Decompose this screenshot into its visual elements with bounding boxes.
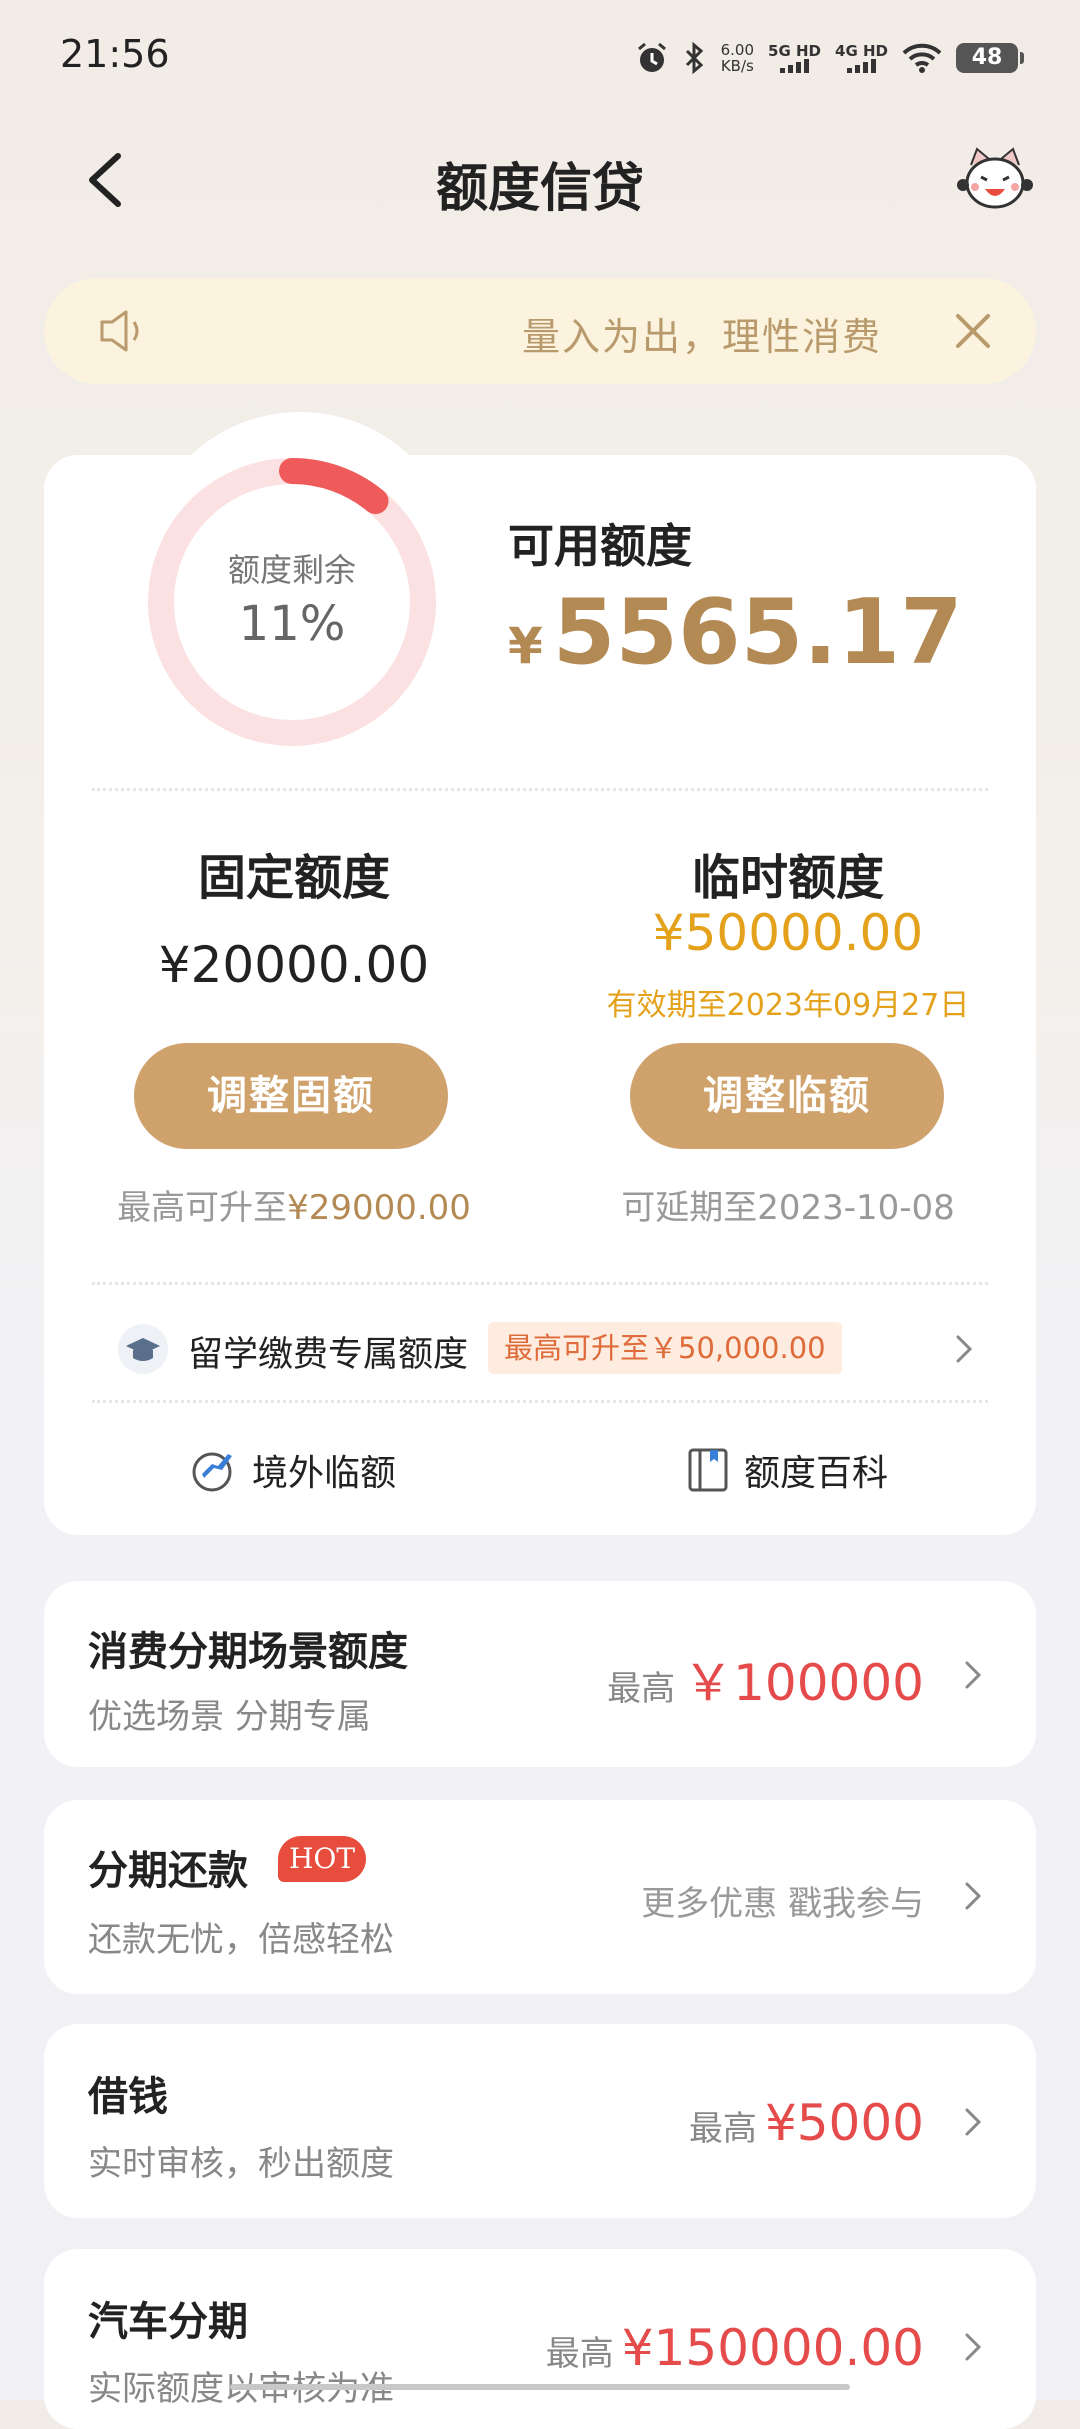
available-credit-label: 可用额度: [508, 519, 692, 573]
mascot-assistant-icon[interactable]: [955, 145, 1035, 215]
max-value: ￥100000: [683, 1654, 924, 1712]
card-cta: 更多优惠 戳我参与: [641, 1876, 924, 1925]
notice-bar: 量入为出，理性消费: [44, 278, 1036, 384]
divider: [92, 788, 988, 791]
ring-label: 额度剩余: [227, 551, 356, 589]
fixed-hint-value: ¥29000.00: [287, 1188, 471, 1228]
card-subtitle: 实时审核，秒出额度: [88, 2144, 394, 2184]
temp-credit-amount: ¥50000.00: [652, 904, 924, 962]
card-subtitle: 还款无忧，倍感轻松: [88, 1920, 394, 1960]
card-max-amount: 最高 ￥100000: [607, 1643, 924, 1715]
signal-bars-icon: [780, 58, 810, 73]
signal-bars-icon: [847, 58, 876, 73]
credit-encyclopedia-link[interactable]: 额度百科: [686, 1440, 888, 1500]
car-installment-card[interactable]: 汽车分期 实际额度以审核为准 最高 ¥150000.00: [44, 2249, 1036, 2429]
temp-credit-title: 临时额度: [691, 850, 884, 906]
adjust-fixed-button[interactable]: 调整固额: [134, 1043, 448, 1149]
card-max-amount: 最高 ¥5000: [689, 2094, 924, 2152]
study-abroad-label: 留学缴费专属额度: [188, 1335, 469, 1375]
overseas-temp-credit-link[interactable]: 境外临额: [190, 1440, 396, 1500]
ring-progress-arc: [279, 458, 389, 515]
page-title: 额度信贷: [435, 159, 644, 219]
temp-credit-expiry: 有效期至2023年09月27日: [606, 988, 970, 1023]
net-speed-unit: KB/s: [720, 57, 754, 75]
fixed-hint: 最高可升至¥29000.00: [74, 1180, 514, 1229]
battery-indicator: 48: [956, 43, 1024, 73]
graduation-cap-icon: [118, 1324, 168, 1374]
credit-encyclopedia-label: 额度百科: [744, 1453, 889, 1494]
card-title: 消费分期场景额度: [88, 1629, 408, 1675]
alarm-icon: [637, 42, 666, 72]
max-value: ¥5000: [764, 2094, 924, 2152]
divider: [92, 1282, 988, 1285]
chevron-right-icon: [965, 1882, 982, 1910]
chevron-right-icon: [956, 1335, 973, 1363]
notice-text: 量入为出，理性消费: [521, 315, 882, 359]
card-title: 分期还款: [88, 1848, 248, 1894]
chevron-right-icon: [965, 1661, 982, 1689]
chevron-right-icon: [965, 2333, 982, 2361]
sim2-signal: 4G HD: [835, 41, 888, 73]
close-icon[interactable]: [946, 304, 1000, 358]
sim2-label: 4G HD: [835, 41, 888, 60]
plane-globe-icon: [192, 1452, 232, 1492]
adjust-temp-button[interactable]: 调整临额: [630, 1043, 944, 1149]
hot-badge: HOT: [278, 1836, 366, 1882]
installment-repayment-card[interactable]: 分期还款 HOT 还款无忧，倍感轻松 更多优惠 戳我参与: [44, 1800, 1036, 1994]
max-prefix: 最高: [607, 1669, 676, 1709]
fixed-credit-amount: ¥20000.00: [158, 936, 430, 994]
max-prefix: 最高: [545, 2334, 614, 2374]
fixed-credit-title: 固定额度: [197, 850, 390, 906]
wifi-icon: [902, 43, 942, 73]
status-bar: 21:56 6.00 KB/s 5G HD 4G HD 48: [0, 0, 1080, 110]
card-max-amount: 最高 ¥150000.00: [546, 2319, 924, 2377]
card-title: 汽车分期: [88, 2299, 248, 2345]
ring-percent: 11%: [238, 596, 346, 652]
card-title: 借钱: [88, 2074, 168, 2120]
borrow-money-card[interactable]: 借钱 实时审核，秒出额度 最高 ¥5000: [44, 2024, 1036, 2218]
bluetooth-icon: [685, 41, 703, 75]
max-value: ¥150000.00: [621, 2319, 924, 2377]
net-speed: 6.00 KB/s: [721, 42, 754, 74]
overseas-temp-credit-label: 境外临额: [252, 1453, 397, 1494]
fixed-hint-prefix: 最高可升至: [117, 1188, 288, 1228]
speaker-icon: [100, 310, 139, 352]
study-abroad-credit-row[interactable]: 留学缴费专属额度 最高可升至￥50,000.00: [92, 1316, 988, 1382]
available-amount-value: 5565.17: [552, 580, 963, 685]
consumer-installment-card[interactable]: 消费分期场景额度 优选场景 分期专属 最高 ￥100000: [44, 1581, 1036, 1767]
study-abroad-tag: 最高可升至￥50,000.00: [488, 1322, 842, 1374]
card-subtitle: 优选场景 分期专属: [88, 1697, 371, 1737]
chevron-right-icon: [965, 2108, 982, 2136]
available-credit-amount: ¥ 5565.17: [508, 580, 963, 685]
currency-symbol: ¥: [508, 617, 543, 675]
book-icon: [688, 1448, 728, 1492]
sim1-label: 5G HD: [768, 41, 822, 60]
net-speed-value: 6.00: [720, 41, 755, 59]
sim1-signal: 5G HD: [768, 41, 822, 73]
status-icons: 6.00 KB/s 5G HD 4G HD 48: [635, 38, 1024, 78]
max-prefix: 最高: [688, 2109, 757, 2149]
status-time: 21:56: [60, 32, 170, 76]
cta-text: 更多优惠 戳我参与: [641, 1884, 924, 1924]
home-indicator[interactable]: [230, 2384, 850, 2390]
temp-hint: 可延期至2023-10-08: [621, 1188, 955, 1228]
divider: [92, 1400, 988, 1403]
